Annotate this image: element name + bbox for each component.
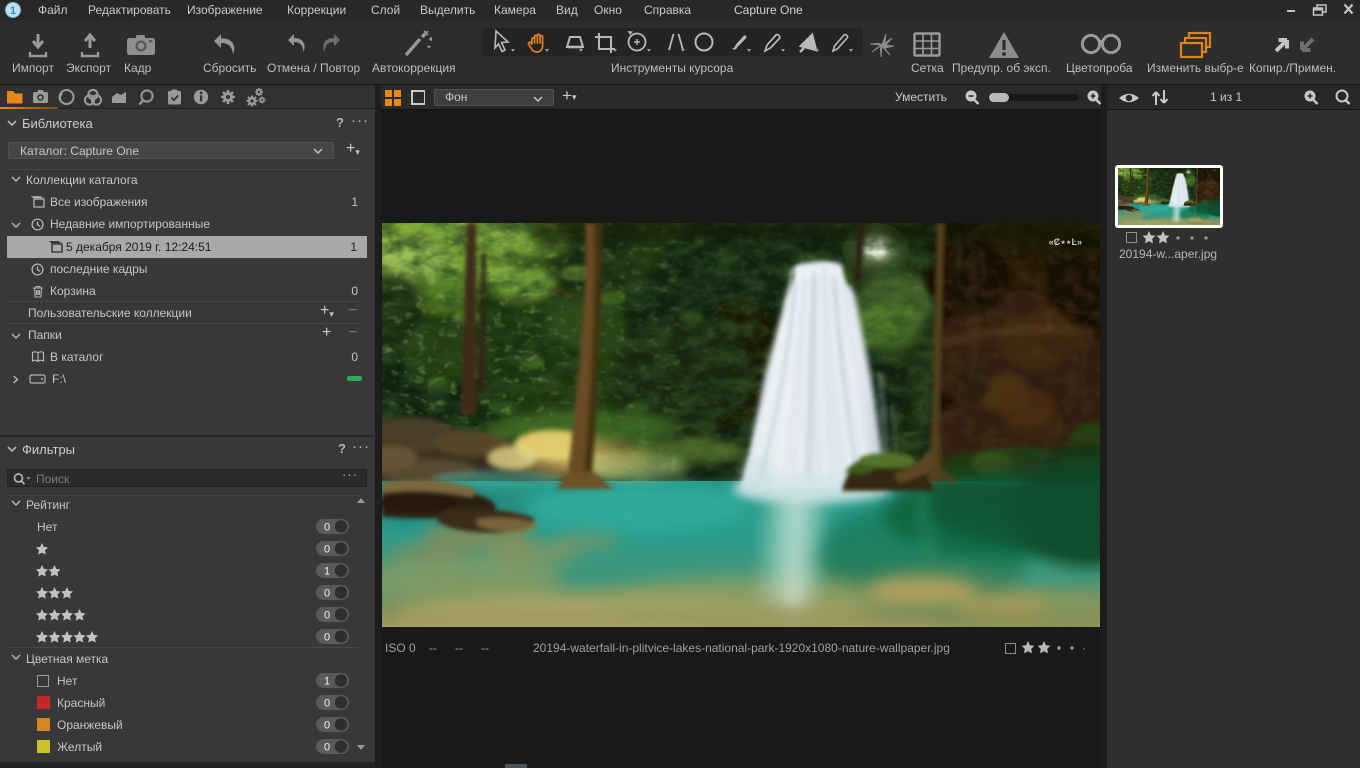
svg-text:0: 0 <box>324 588 330 600</box>
svg-text:0: 0 <box>324 610 330 622</box>
svg-text:0: 0 <box>324 720 330 732</box>
svg-text:1: 1 <box>324 676 330 688</box>
svg-text:0: 0 <box>324 698 330 710</box>
svg-text:1: 1 <box>324 566 330 578</box>
svg-text:1: 1 <box>10 5 16 17</box>
svg-text:0: 0 <box>324 522 330 534</box>
svg-text:0: 0 <box>324 632 330 644</box>
svg-text:0: 0 <box>324 742 330 754</box>
svg-text:0: 0 <box>324 544 330 556</box>
